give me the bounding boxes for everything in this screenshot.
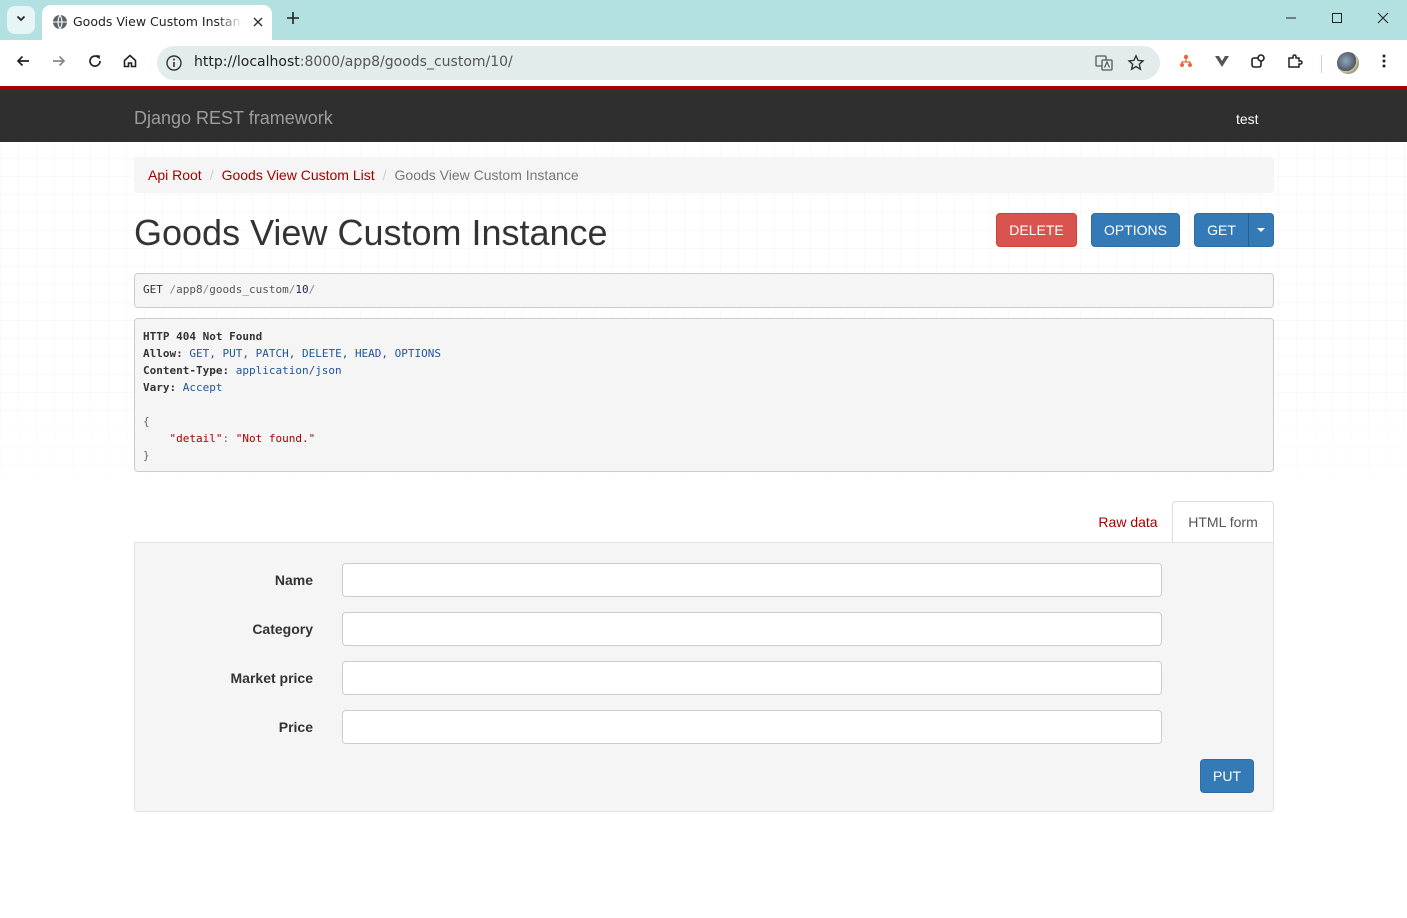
put-button[interactable]: PUT [1200, 759, 1254, 793]
back-button[interactable] [11, 51, 35, 75]
put-button-label: PUT [1213, 768, 1241, 784]
extension-3-button[interactable] [1246, 51, 1270, 75]
puzzle-icon [1287, 53, 1303, 74]
price-input[interactable] [342, 710, 1162, 744]
browser-menu-button[interactable] [1372, 51, 1396, 75]
json-value: "Not found." [235, 432, 316, 445]
breadcrumb-current: Goods View Custom Instance [394, 167, 579, 183]
extension-1-button[interactable] [1174, 51, 1198, 75]
reload-button[interactable] [83, 51, 107, 75]
content-type-header-key: Content-Type: [143, 364, 230, 377]
tab-html-form[interactable]: HTML form [1172, 501, 1274, 543]
globe-icon [52, 14, 68, 30]
form-row-category: Category [135, 612, 1275, 646]
close-icon [1377, 11, 1389, 29]
breadcrumb-goods-list[interactable]: Goods View Custom List [222, 167, 375, 183]
breadcrumb-separator: / [382, 167, 387, 183]
category-input[interactable] [342, 612, 1162, 646]
request-info: GET /app8/goods_custom/10/ [134, 273, 1274, 308]
maximize-icon [1331, 11, 1343, 29]
close-window-button[interactable] [1373, 10, 1393, 30]
kebab-menu-icon [1376, 53, 1392, 74]
get-button-label: GET [1207, 222, 1236, 238]
response-info: HTTP 404 Not Found Allow: GET, PUT, PATC… [134, 318, 1274, 472]
site-info-icon[interactable] [165, 54, 183, 72]
options-button[interactable]: OPTIONS [1091, 213, 1180, 247]
minimize-button[interactable] [1281, 10, 1301, 30]
request-path-part: goods_custom [209, 283, 289, 296]
json-open-brace: { [143, 415, 150, 428]
translate-icon[interactable] [1095, 54, 1113, 72]
form-tabs: Raw data HTML form [134, 501, 1274, 543]
extension-puzzle-ring-icon [1250, 53, 1266, 74]
request-path-part: / [308, 283, 316, 296]
get-format-dropdown[interactable] [1248, 213, 1274, 247]
navbar-user[interactable]: test [1236, 111, 1259, 127]
reload-icon [87, 53, 103, 74]
json-close-brace: } [143, 449, 150, 462]
url-host: http://localhost [194, 54, 300, 70]
vary-header-value: Accept [182, 381, 223, 394]
delete-button[interactable]: DELETE [996, 213, 1077, 247]
breadcrumb-separator: / [209, 167, 214, 183]
new-tab-button[interactable] [282, 9, 304, 31]
allow-header-key: Allow: [143, 347, 183, 360]
form-row-name: Name [135, 563, 1275, 597]
vary-header-key: Vary: [143, 381, 177, 394]
form-row-market-price: Market price [135, 661, 1275, 695]
forward-button[interactable] [47, 51, 71, 75]
tab-search-button[interactable] [7, 6, 35, 34]
request-path-part: app8 [176, 283, 203, 296]
address-bar[interactable]: http://localhost:8000/app8/goods_custom/… [157, 46, 1160, 80]
tab-raw-data[interactable]: Raw data [1085, 501, 1171, 543]
extension-v-icon [1214, 53, 1230, 74]
browser-toolbar: http://localhost:8000/app8/goods_custom/… [0, 40, 1407, 86]
arrow-right-icon [51, 53, 67, 74]
home-button[interactable] [118, 51, 142, 75]
breadcrumb: Api Root / Goods View Custom List / Good… [134, 157, 1274, 193]
put-form: Name Category Market price Price PUT [134, 542, 1274, 812]
navbar: Django REST framework test [0, 86, 1407, 142]
content-type-header-value: application/json [235, 364, 342, 377]
extension-hierarchy-icon [1178, 53, 1194, 74]
form-row-price: Price [135, 710, 1275, 744]
caret-down-icon [1257, 228, 1265, 232]
delete-button-label: DELETE [1009, 222, 1064, 238]
home-icon [122, 53, 138, 74]
browser-tabstrip: Goods View Custom Instance [0, 0, 1407, 40]
page-title: Goods View Custom Instance [134, 212, 608, 253]
request-path-part: 10 [295, 283, 309, 296]
breadcrumb-api-root[interactable]: Api Root [148, 167, 202, 183]
allow-header-value: GET, PUT, PATCH, DELETE, HEAD, OPTIONS [189, 347, 442, 360]
market-price-label: Market price [230, 670, 313, 686]
name-label: Name [274, 572, 313, 588]
json-colon: : [222, 432, 236, 445]
extensions-button[interactable] [1283, 51, 1307, 75]
response-status: HTTP 404 Not Found [143, 330, 263, 343]
navbar-brand[interactable]: Django REST framework [134, 108, 333, 129]
close-tab-icon[interactable] [249, 13, 267, 31]
arrow-left-icon [15, 53, 31, 74]
price-label: Price [278, 719, 313, 735]
options-button-label: OPTIONS [1103, 222, 1167, 238]
profile-avatar[interactable] [1337, 52, 1359, 74]
plus-icon [286, 11, 300, 30]
market-price-input[interactable] [342, 661, 1162, 695]
url-text[interactable]: http://localhost:8000/app8/goods_custom/… [194, 54, 513, 70]
page-viewport: Django REST framework test Api Root / Go… [0, 86, 1407, 918]
tab-title: Goods View Custom Instance [73, 14, 243, 29]
name-input[interactable] [342, 563, 1162, 597]
toolbar-divider [1321, 55, 1322, 73]
category-label: Category [252, 621, 313, 637]
maximize-button[interactable] [1327, 10, 1347, 30]
minimize-icon [1285, 11, 1297, 29]
get-button[interactable]: GET [1194, 213, 1249, 247]
url-path: :8000/app8/goods_custom/10/ [299, 54, 513, 70]
extension-2-button[interactable] [1210, 51, 1234, 75]
json-key: "detail" [169, 432, 223, 445]
bookmark-star-icon[interactable] [1127, 54, 1145, 72]
browser-tab-active[interactable]: Goods View Custom Instance [42, 5, 272, 40]
request-method: GET [143, 283, 163, 296]
chevron-down-icon [15, 11, 27, 29]
